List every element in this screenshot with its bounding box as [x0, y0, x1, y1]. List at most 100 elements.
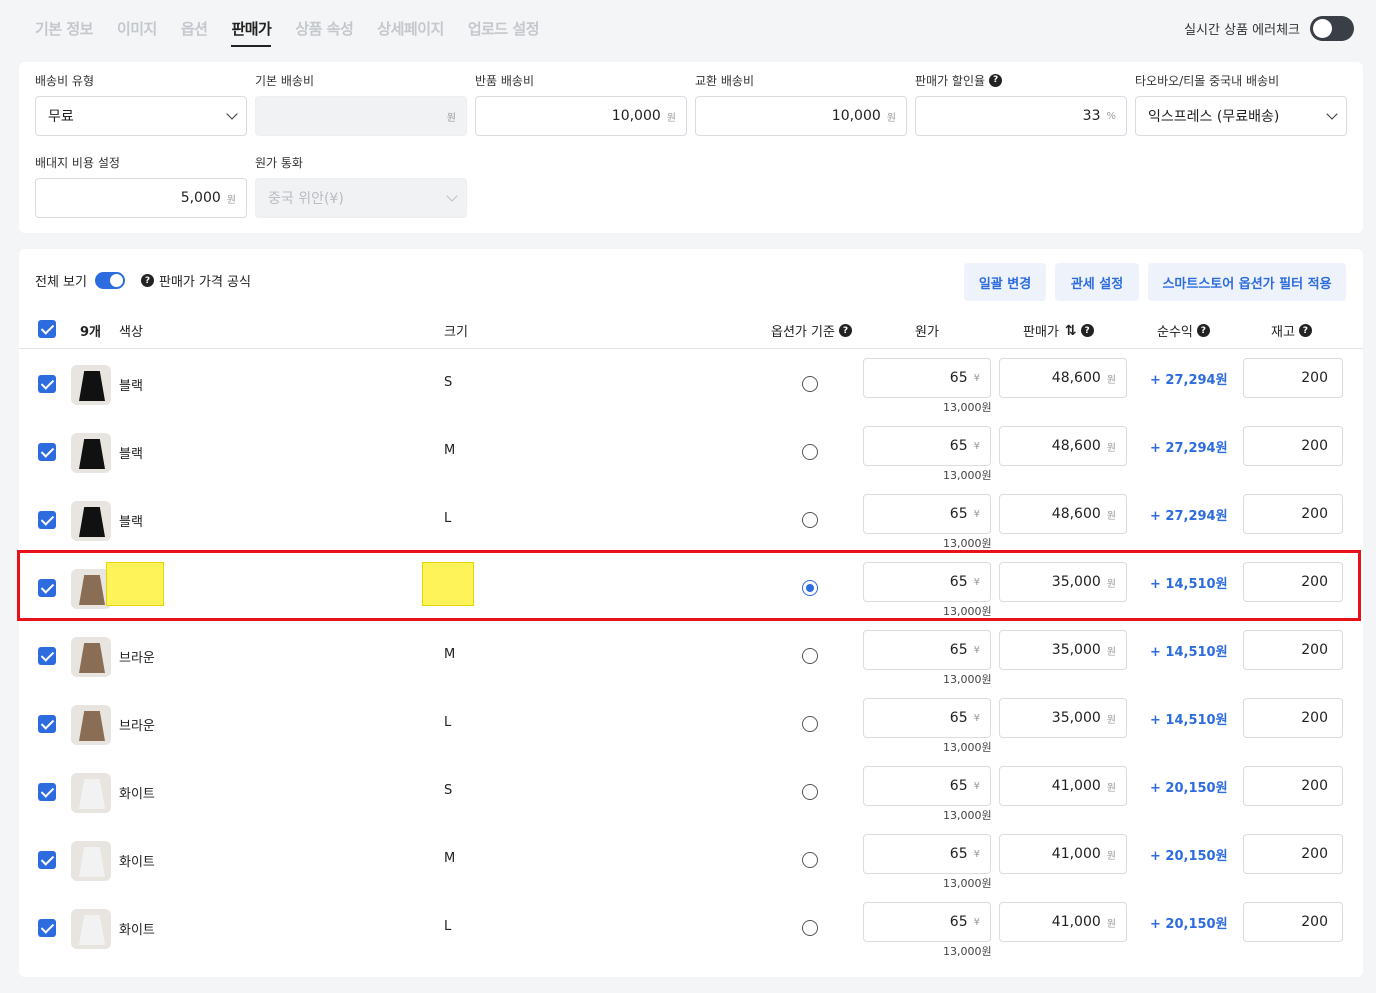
- price-unit: 원: [1106, 510, 1116, 522]
- base-shipping-input[interactable]: 원: [255, 96, 467, 136]
- stock-input[interactable]: 200: [1243, 766, 1343, 806]
- column-label: 재고: [1271, 325, 1295, 340]
- tab-option[interactable]: 옵션: [181, 18, 208, 47]
- size-value: M: [444, 443, 456, 458]
- unit-label: %: [1106, 110, 1116, 122]
- price-unit: 원: [1106, 918, 1116, 930]
- stock-input[interactable]: 200: [1243, 426, 1343, 466]
- cost-value: 65: [949, 710, 968, 726]
- row-checkbox[interactable]: [38, 647, 56, 665]
- price-input[interactable]: 35,000 원: [999, 562, 1127, 602]
- tab-price[interactable]: 판매가: [231, 18, 272, 47]
- input-value: 33: [1082, 108, 1101, 124]
- view-all-toggle[interactable]: [94, 272, 125, 289]
- china-shipping-select[interactable]: 익스프레스 (무료배송): [1135, 96, 1347, 136]
- stock-input[interactable]: 200: [1243, 562, 1343, 602]
- price-input[interactable]: 41,000 원: [999, 766, 1127, 806]
- stock-value: 200: [1301, 438, 1328, 454]
- stock-input[interactable]: 200: [1243, 358, 1343, 398]
- cost-input[interactable]: 65 ¥: [863, 426, 991, 466]
- option-base-radio[interactable]: [802, 580, 818, 596]
- cost-input[interactable]: 65 ¥: [863, 562, 991, 602]
- price-unit: 원: [1106, 714, 1116, 726]
- cost-input[interactable]: 65 ¥: [863, 902, 991, 942]
- price-input[interactable]: 41,000 원: [999, 834, 1127, 874]
- bulk-change-button[interactable]: 일괄 변경: [964, 263, 1046, 301]
- stock-input[interactable]: 200: [1243, 698, 1343, 738]
- sort-icon[interactable]: ⇅: [1065, 323, 1077, 339]
- tab-attributes[interactable]: 상품 속성: [295, 18, 353, 47]
- cost-input[interactable]: 65 ¥: [863, 834, 991, 874]
- row-checkbox[interactable]: [38, 919, 56, 937]
- error-check-toggle[interactable]: [1310, 16, 1354, 41]
- stock-input[interactable]: 200: [1243, 494, 1343, 534]
- cost-input[interactable]: 65 ¥: [863, 630, 991, 670]
- field-label: 반품 배송비: [475, 73, 535, 88]
- field-label: 판매가 할인율: [915, 73, 986, 88]
- color-value: 블랙: [119, 379, 143, 394]
- cost-krw: 13,000원: [943, 605, 992, 618]
- help-icon[interactable]: ?: [989, 73, 1003, 87]
- cost-input[interactable]: 65 ¥: [863, 358, 991, 398]
- return-shipping-input[interactable]: 10,000 원: [475, 96, 687, 136]
- help-icon[interactable]: ?: [1196, 324, 1210, 337]
- price-unit: 원: [1106, 850, 1116, 862]
- cost-input[interactable]: 65 ¥: [863, 494, 991, 534]
- help-icon[interactable]: ?: [1298, 324, 1312, 337]
- cost-input[interactable]: 65 ¥: [863, 766, 991, 806]
- option-base-radio[interactable]: [802, 920, 818, 936]
- cost-unit: ¥: [973, 576, 980, 588]
- price-input[interactable]: 48,600 원: [999, 426, 1127, 466]
- option-base-radio[interactable]: [802, 512, 818, 528]
- tab-image[interactable]: 이미지: [117, 18, 157, 47]
- color-value: 화이트: [119, 855, 155, 870]
- exchange-shipping-input[interactable]: 10,000 원: [695, 96, 907, 136]
- price-formula-link[interactable]: ? 판매가 가격 공식: [140, 271, 251, 290]
- price-input[interactable]: 35,000 원: [999, 698, 1127, 738]
- smartstore-filter-button[interactable]: 스마트스토어 옵션가 필터 적용: [1148, 263, 1346, 301]
- select-value: 중국 위안(¥): [268, 191, 344, 207]
- option-base-radio[interactable]: [802, 376, 818, 392]
- price-input[interactable]: 41,000 원: [999, 902, 1127, 942]
- row-checkbox[interactable]: [38, 511, 56, 529]
- agent-fee-input[interactable]: 5,000 원: [35, 178, 247, 218]
- tab-detail-page[interactable]: 상세페이지: [377, 18, 444, 47]
- row-checkbox[interactable]: [38, 715, 56, 733]
- select-value: 익스프레스 (무료배송): [1148, 109, 1280, 125]
- help-icon[interactable]: ?: [838, 324, 852, 337]
- stock-input[interactable]: 200: [1243, 834, 1343, 874]
- column-cost: 원가: [915, 325, 939, 340]
- option-base-radio[interactable]: [802, 648, 818, 664]
- row-checkbox[interactable]: [38, 375, 56, 393]
- cost-krw: 13,000원: [943, 741, 992, 754]
- cost-input[interactable]: 65 ¥: [863, 698, 991, 738]
- option-base-radio[interactable]: [802, 784, 818, 800]
- tab-upload-settings[interactable]: 업로드 설정: [468, 18, 540, 47]
- row-checkbox[interactable]: [38, 851, 56, 869]
- stock-input[interactable]: 200: [1243, 902, 1343, 942]
- cost-unit: ¥: [973, 440, 980, 452]
- price-input[interactable]: 35,000 원: [999, 630, 1127, 670]
- currency-select[interactable]: 중국 위안(¥): [255, 178, 467, 218]
- field-label: 배대지 비용 설정: [35, 155, 120, 170]
- row-checkbox[interactable]: [38, 443, 56, 461]
- option-base-radio[interactable]: [802, 444, 818, 460]
- unit-label: 원: [446, 112, 456, 124]
- price-input[interactable]: 48,600 원: [999, 494, 1127, 534]
- shipping-type-select[interactable]: 무료: [35, 96, 247, 136]
- discount-rate-input[interactable]: 33 %: [915, 96, 1127, 136]
- stock-input[interactable]: 200: [1243, 630, 1343, 670]
- row-checkbox[interactable]: [38, 579, 56, 597]
- option-base-radio[interactable]: [802, 716, 818, 732]
- shipping-settings-panel: 배송비 유형 무료 기본 배송비 원 반품 배송비 10,000 원 교환 배송…: [19, 62, 1363, 233]
- option-base-radio[interactable]: [802, 852, 818, 868]
- select-all-checkbox[interactable]: [38, 320, 56, 338]
- help-icon[interactable]: ?: [1080, 324, 1094, 337]
- tab-basic-info[interactable]: 기본 정보: [35, 18, 93, 47]
- select-value: 무료: [48, 109, 74, 125]
- cost-value: 65: [949, 506, 968, 522]
- customs-settings-button[interactable]: 관세 설정: [1055, 263, 1139, 301]
- price-input[interactable]: 48,600 원: [999, 358, 1127, 398]
- cost-krw: 13,000원: [943, 877, 992, 890]
- row-checkbox[interactable]: [38, 783, 56, 801]
